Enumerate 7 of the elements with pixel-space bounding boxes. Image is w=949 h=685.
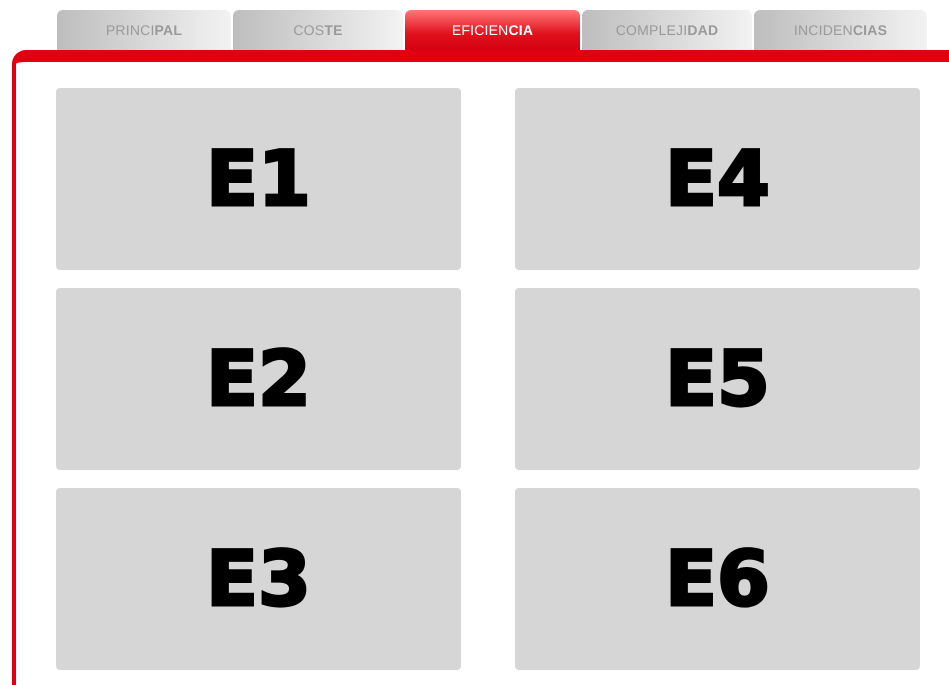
tile[interactable]: E6 bbox=[515, 488, 920, 670]
tile[interactable]: E2 bbox=[56, 288, 461, 470]
tile[interactable]: E1 bbox=[56, 88, 461, 270]
tile[interactable]: E4 bbox=[515, 88, 920, 270]
tab[interactable]: EFICIENCIA bbox=[405, 10, 580, 50]
tile[interactable]: E3 bbox=[56, 488, 461, 670]
tile[interactable]: E5 bbox=[515, 288, 920, 470]
